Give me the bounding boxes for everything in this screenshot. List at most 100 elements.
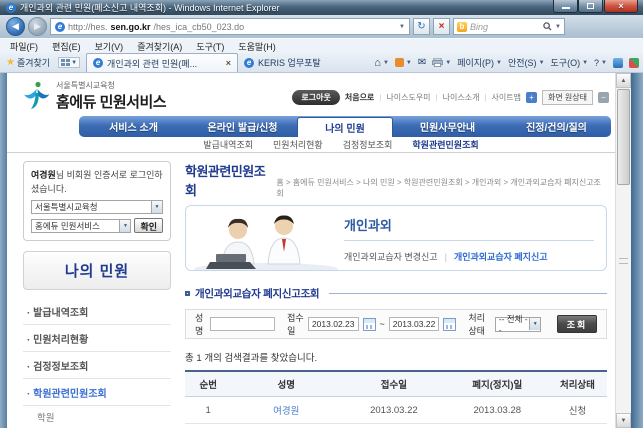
bullet-icon: · (27, 362, 31, 373)
print-button[interactable]: ▼ (432, 58, 451, 67)
home-button[interactable]: ⌂ ▼ (374, 57, 389, 69)
sidebar-item-hakwon-minwon[interactable]: · 학원관련민원조회 (23, 379, 171, 406)
name-label: 성명 (195, 313, 204, 336)
url-field[interactable]: e http://hes. sen.go.kr/hes_ica_cb50_023.… (50, 18, 410, 35)
print-dropdown-icon: ▼ (445, 59, 452, 66)
mail-button[interactable]: ✉ (418, 57, 426, 68)
search-box[interactable]: b Bing ▼ (453, 18, 565, 35)
quick-tabs-icon (61, 59, 71, 66)
favorites-button[interactable]: 즐겨찾기 (17, 56, 50, 69)
menu-file[interactable]: 파일(F) (10, 40, 38, 53)
tab-favicon-icon: e (244, 57, 255, 68)
calendar-icon[interactable] (443, 317, 457, 331)
nav-my-minwon[interactable]: 나의 민원 (297, 117, 393, 137)
scroll-down-icon: ▼ (620, 417, 627, 424)
minimize-button[interactable] (553, 0, 578, 13)
tab-close-icon[interactable]: × (226, 58, 231, 68)
utility-link-neis-helper[interactable]: 나이스도우미 (386, 92, 430, 103)
menu-favorites[interactable]: 즐겨찾기(A) (137, 40, 182, 53)
zoom-out-button[interactable]: − (598, 92, 609, 103)
feeds-dropdown-icon: ▼ (405, 59, 412, 66)
maximize-button[interactable] (578, 0, 603, 13)
section-title: 개인과외교습자 폐지신고조회 (195, 288, 320, 300)
subnav-minwon-status[interactable]: 민원처리현황 (273, 138, 323, 151)
nav-minwon-guide[interactable]: 민원사무안내 (393, 116, 502, 137)
subnav-exam-info[interactable]: 검정정보조회 (343, 138, 393, 151)
site-logo[interactable]: 서울특별시교육청 홈에듀 민원서비스 (23, 80, 167, 112)
subnav-issue-history[interactable]: 발급내역조회 (203, 138, 253, 151)
menu-help[interactable]: 도움말(H) (238, 40, 275, 53)
feeds-button[interactable]: ▼ (394, 58, 412, 67)
date-from-input[interactable]: 2013.02.23 (307, 317, 359, 331)
utility-link-neis-intro[interactable]: 나이스소개 (443, 92, 480, 103)
page-dropdown-icon: ▼ (496, 59, 502, 66)
quick-tabs-button[interactable]: ▼ (58, 57, 81, 68)
tab-label: 개인과외 관련 민원(폐... (107, 58, 198, 69)
closure-report-link[interactable]: 개인과외교습자 폐지신고 (454, 250, 548, 263)
page-menu-button[interactable]: 페이지(P) ▼ (457, 56, 502, 69)
feeds-icon (394, 58, 404, 67)
forward-button[interactable]: ▶ (28, 17, 47, 36)
tab-keris[interactable]: e KERIS 업무포탈 (238, 53, 327, 72)
sidebar-subitem-hakwon[interactable]: 학원 (23, 406, 171, 427)
close-button[interactable]: × (604, 0, 638, 13)
favorites-star-icon[interactable]: ★ (6, 57, 15, 68)
applicant-name-link[interactable]: 여경원 (273, 406, 299, 417)
safety-menu-button[interactable]: 안전(S) ▼ (508, 56, 545, 69)
menu-tools[interactable]: 도구(T) (196, 40, 224, 53)
menu-edit[interactable]: 편집(E) (52, 40, 81, 53)
utility-link-home[interactable]: 처음으로 (345, 92, 374, 103)
vertical-scrollbar[interactable]: ▲ ▼ (615, 73, 631, 428)
safety-menu-label: 안전(S) (508, 58, 537, 68)
home-dropdown-icon: ▼ (382, 59, 389, 66)
stop-button[interactable]: × (433, 18, 450, 35)
global-nav: 서비스 소개 온라인 발급/신청 나의 민원 민원사무안내 진정/건의/질의 (79, 116, 611, 137)
tab-current[interactable]: e 개인과외 관련 민원(폐... × (86, 53, 239, 72)
result-table: 순번 성명 접수일 폐지(정지)일 처리상태 1 여경원 2013.03.22 … (185, 370, 607, 424)
status-select[interactable]: -- 전체 -- ▼ (494, 314, 542, 335)
toolbar-addon-icon[interactable] (629, 57, 639, 68)
help-icon: ? (594, 57, 600, 68)
sidebar-item-minwon-status[interactable]: · 민원처리현황 (23, 325, 171, 352)
result-prefix: 총 (185, 353, 197, 364)
subnav-hakwon-minwon[interactable]: 학원관련민원조회 (412, 138, 478, 151)
change-report-link[interactable]: 개인과외교습자 변경신고 (344, 250, 438, 263)
url-domain: sen.go.kr (110, 21, 151, 32)
date-to-input[interactable]: 2013.03.22 (388, 317, 440, 331)
menu-view[interactable]: 보기(V) (95, 40, 124, 53)
refresh-button[interactable]: ↻ (413, 18, 430, 35)
scroll-up-button[interactable]: ▲ (616, 73, 631, 88)
nav-service-intro[interactable]: 서비스 소개 (79, 116, 188, 137)
search-icon[interactable] (543, 22, 552, 31)
nav-online-issue[interactable]: 온라인 발급/신청 (188, 116, 297, 137)
name-input[interactable] (210, 317, 276, 331)
scroll-down-button[interactable]: ▼ (616, 413, 631, 428)
confirm-button[interactable]: 확인 (134, 218, 163, 233)
help-menu-button[interactable]: ? ▼ (594, 58, 607, 68)
cell-status: 신청 (547, 396, 607, 424)
nav-petition[interactable]: 진정/건의/질의 (502, 116, 611, 137)
office-select[interactable]: 서울특별시교육청 ▼ (31, 200, 163, 214)
utility-link-sitemap[interactable]: 사이트맵 (492, 92, 521, 103)
search-button[interactable]: 조회 (557, 315, 598, 333)
service-select[interactable]: 홈에듀 민원서비스 ▼ (31, 218, 132, 233)
login-message: 여경원님 비회원 인증서로 로그인하셨습니다. (31, 169, 163, 196)
toolbar-addon-icon[interactable] (613, 57, 623, 68)
calendar-icon[interactable] (362, 317, 376, 331)
ie-icon: e (6, 2, 16, 13)
sidebar-item-issue-history[interactable]: · 발급내역조회 (23, 298, 171, 325)
zoom-in-button[interactable]: + (525, 92, 537, 103)
col-header-status: 처리상태 (547, 371, 607, 397)
sub-nav: 발급내역조회 민원처리현황 검정정보조회 학원관련민원조회 (7, 137, 615, 153)
cell-no: 1 (185, 396, 232, 424)
sidebar-item-exam-info[interactable]: · 검정정보조회 (23, 352, 171, 379)
window-frame (0, 73, 7, 428)
back-button[interactable]: ◀ (6, 17, 25, 36)
search-dropdown-icon[interactable]: ▼ (555, 24, 561, 30)
sidebar: 여경원님 비회원 인증서로 로그인하셨습니다. 서울특별시교육청 ▼ 홈에듀 민… (23, 161, 171, 428)
tools-menu-button[interactable]: 도구(O) ▼ (551, 56, 589, 69)
scrollbar-thumb[interactable] (617, 89, 630, 185)
logout-button[interactable]: 로그아웃 (292, 90, 340, 105)
screen-reset-button[interactable]: 화면 원상태 (541, 90, 593, 105)
url-dropdown-icon[interactable]: ▼ (399, 24, 405, 30)
